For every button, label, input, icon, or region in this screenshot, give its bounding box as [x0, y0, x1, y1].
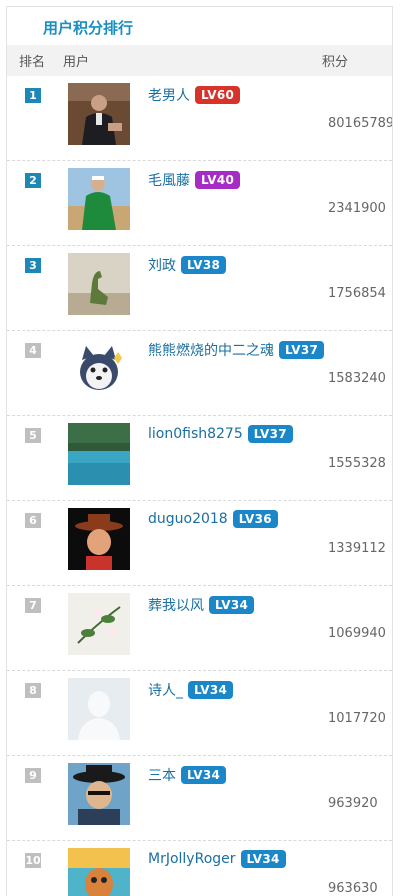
ranking-row: 10 MrJollyRoger LV34 963630: [7, 841, 392, 896]
user-info: 熊熊燃烧的中二之魂 LV37: [148, 340, 325, 360]
level-badge: LV60: [195, 86, 241, 104]
ranking-row: 3 刘政 LV38 1756854: [7, 246, 392, 331]
panel-title: 用户积分排行: [43, 19, 134, 37]
level-badge: LV34: [209, 596, 255, 614]
user-info: 老男人 LV60: [148, 85, 241, 105]
ranking-row: 5 lion0fish8275 LV37 1555328: [7, 416, 392, 501]
rank-badge: 6: [25, 513, 41, 528]
level-badge: LV34: [188, 681, 234, 699]
score-column-header: 积分: [322, 55, 349, 70]
score-value: 963920: [328, 796, 378, 811]
column-header: 排名 用户 积分: [7, 45, 392, 76]
rank-column-header: 排名: [19, 55, 46, 70]
ranking-row: 6 duguo2018 LV36 1339112: [7, 501, 392, 586]
game-character-avatar[interactable]: [68, 848, 130, 896]
cartoon-cowboy-avatar[interactable]: [68, 508, 130, 570]
ranking-row: 1 老男人 LV60 80165789: [7, 76, 392, 161]
user-info: lion0fish8275 LV37: [148, 425, 293, 443]
level-badge: LV38: [181, 256, 227, 274]
user-info: 刘政 LV38: [148, 255, 227, 275]
user-info: 三本 LV34: [148, 765, 227, 785]
user-info: duguo2018 LV36: [148, 510, 278, 528]
ranking-list: 1 老男人 LV60 80165789 2 毛風藤 LV40 2341900 3: [7, 76, 392, 896]
score-value: 1583240: [328, 371, 386, 386]
ranking-row: 2 毛風藤 LV40 2341900: [7, 161, 392, 246]
level-badge: LV36: [232, 510, 278, 528]
score-value: 1017720: [328, 711, 386, 726]
username-link[interactable]: MrJollyRoger: [148, 851, 236, 867]
score-value: 2341900: [328, 201, 386, 216]
default-user-avatar[interactable]: [68, 678, 130, 740]
level-badge: LV34: [240, 850, 286, 868]
username-link[interactable]: 葬我以风: [148, 595, 204, 615]
username-link[interactable]: duguo2018: [148, 511, 228, 527]
score-value: 1555328: [328, 456, 386, 471]
ranking-row: 8 诗人_ LV34 1017720: [7, 671, 392, 756]
user-info: 毛風藤 LV40: [148, 170, 241, 190]
username-link[interactable]: 老男人: [148, 85, 190, 105]
username-link[interactable]: lion0fish8275: [148, 426, 243, 442]
user-info: 诗人_ LV34: [148, 680, 234, 700]
rank-badge: 5: [25, 428, 41, 443]
ranking-row: 4 熊熊燃烧的中二之魂 LV37 1583240: [7, 331, 392, 416]
username-link[interactable]: 刘政: [148, 255, 176, 275]
username-link[interactable]: 诗人_: [148, 680, 183, 700]
score-value: 80165789: [328, 116, 393, 131]
level-badge: LV34: [181, 766, 227, 784]
man-in-suit-avatar[interactable]: [68, 83, 130, 145]
score-value: 1339112: [328, 541, 386, 556]
username-link[interactable]: 熊熊燃烧的中二之魂: [148, 340, 274, 360]
username-link[interactable]: 三本: [148, 765, 176, 785]
rank-badge: 2: [25, 173, 41, 188]
username-link[interactable]: 毛風藤: [148, 170, 190, 190]
score-value: 963630: [328, 881, 378, 896]
user-info: MrJollyRoger LV34: [148, 850, 286, 868]
rank-badge: 9: [25, 768, 41, 783]
user-info: 葬我以风 LV34: [148, 595, 255, 615]
score-value: 1069940: [328, 626, 386, 641]
level-badge: LV40: [195, 171, 241, 189]
score-value: 1756854: [328, 286, 386, 301]
rank-badge: 4: [25, 343, 41, 358]
pool-landscape-avatar[interactable]: [68, 423, 130, 485]
pirate-character-avatar[interactable]: [68, 763, 130, 825]
rank-badge: 3: [25, 258, 41, 273]
user-column-header: 用户: [63, 55, 90, 70]
rank-badge: 1: [25, 88, 41, 103]
level-badge: LV37: [247, 425, 293, 443]
dinosaur-toy-avatar[interactable]: [68, 253, 130, 315]
rank-badge: 8: [25, 683, 41, 698]
rank-badge: 7: [25, 598, 41, 613]
ranking-row: 7 葬我以风 LV34 1069940: [7, 586, 392, 671]
white-flowers-avatar[interactable]: [68, 593, 130, 655]
rank-badge: 10: [25, 853, 41, 868]
ranking-panel: 用户积分排行 排名 用户 积分 1 老男人 LV60 80165789 2 毛風…: [6, 6, 393, 896]
ranking-row: 9 三本 LV34 963920: [7, 756, 392, 841]
husky-cartoon-avatar[interactable]: [68, 338, 130, 400]
person-green-jacket-avatar[interactable]: [68, 168, 130, 230]
level-badge: LV37: [279, 341, 325, 359]
